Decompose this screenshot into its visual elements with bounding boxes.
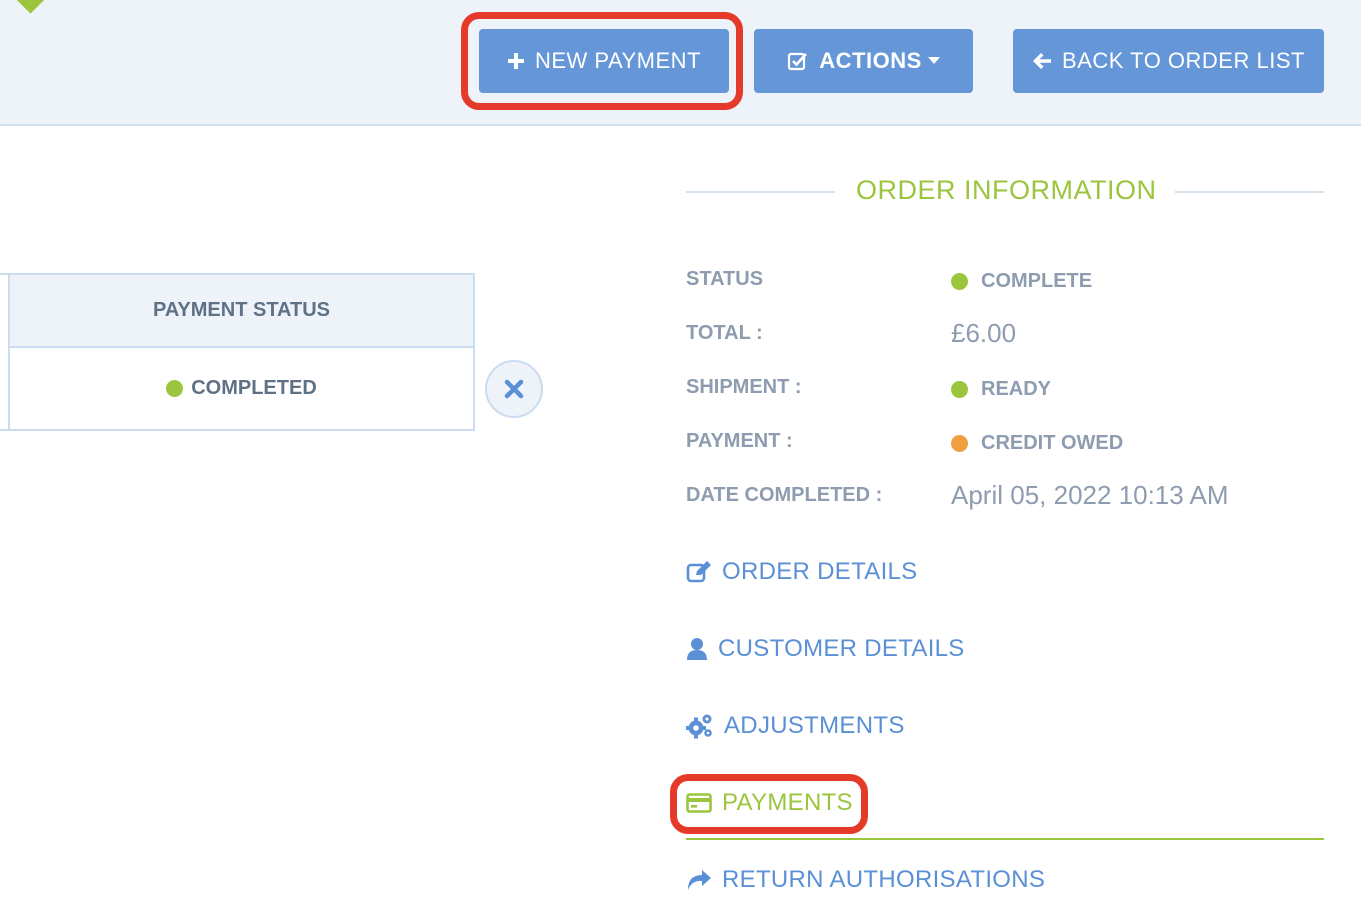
logo-fragment (9, 0, 45, 14)
total-label: TOTAL : (686, 322, 763, 344)
divider (686, 191, 835, 193)
checkbox-icon (788, 52, 808, 71)
adjustments-label: ADJUSTMENTS (724, 712, 905, 739)
close-icon (504, 379, 524, 399)
nav-return-authorisations[interactable]: RETURN AUTHORISATIONS (686, 866, 1045, 894)
status-dot-green (951, 381, 968, 398)
actions-dropdown-button[interactable]: ACTIONS (754, 29, 973, 93)
highlight-new-payment (461, 12, 743, 110)
status-dot-green (166, 380, 184, 397)
total-amount: £6.00 (951, 318, 1017, 348)
active-tab-underline (686, 838, 1324, 840)
highlight-payments (670, 774, 868, 834)
caret-down-icon (927, 57, 940, 64)
nav-customer-details[interactable]: CUSTOMER DETAILS (686, 635, 965, 663)
share-icon (688, 870, 711, 890)
payment-value: CREDIT OWED (951, 432, 1123, 455)
remove-payment-button[interactable] (485, 360, 543, 418)
status-label: STATUS (686, 268, 764, 290)
date-completed-value: April 05, 2022 10:13 AM (951, 480, 1229, 511)
status-text: COMPLETE (981, 270, 1093, 292)
arrow-left-icon (1033, 53, 1052, 69)
payment-label: PAYMENT : (686, 430, 793, 452)
gears-icon (686, 714, 712, 739)
order-information-heading: ORDER INFORMATION (686, 170, 1324, 214)
status-dot-orange (951, 435, 968, 452)
date-completed-text: April 05, 2022 10:13 AM (951, 480, 1229, 510)
customer-details-label: CUSTOMER DETAILS (718, 635, 965, 662)
nav-adjustments[interactable]: ADJUSTMENTS (686, 712, 905, 740)
order-information-title: ORDER INFORMATION (856, 175, 1157, 205)
edit-icon (686, 561, 711, 583)
nav-order-details[interactable]: ORDER DETAILS (686, 558, 918, 586)
shipment-text: READY (981, 378, 1052, 400)
payment-status-value: COMPLETED (191, 377, 317, 399)
status-value: COMPLETE (951, 270, 1092, 293)
actions-label: ACTIONS (819, 48, 922, 73)
shipment-label: SHIPMENT : (686, 376, 802, 398)
shipment-value: READY (951, 378, 1051, 401)
user-icon (687, 638, 707, 660)
date-completed-label: DATE COMPLETED : (686, 484, 883, 506)
return-authorisations-label: RETURN AUTHORISATIONS (722, 866, 1046, 893)
status-dot-green (951, 273, 968, 290)
payment-text: CREDIT OWED (981, 432, 1124, 454)
back-to-order-list-button[interactable]: BACK TO ORDER LIST (1013, 29, 1324, 93)
table-row: COMPLETED (8, 348, 473, 429)
total-value: £6.00 (951, 318, 1016, 349)
payments-table: PAYMENT STATUS COMPLETED (0, 273, 475, 431)
back-label: BACK TO ORDER LIST (1062, 48, 1305, 73)
divider (1175, 191, 1324, 193)
order-details-label: ORDER DETAILS (722, 558, 918, 585)
payment-status-header: PAYMENT STATUS (8, 275, 473, 348)
